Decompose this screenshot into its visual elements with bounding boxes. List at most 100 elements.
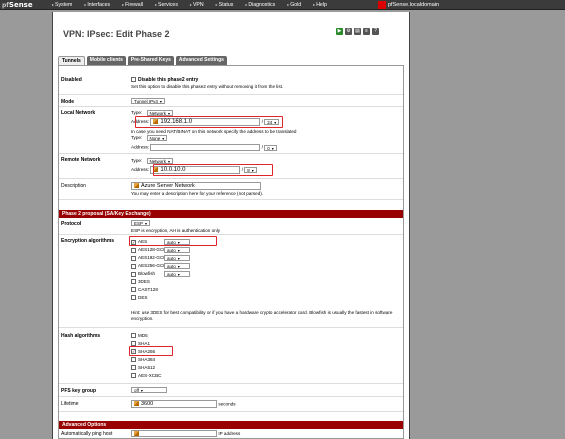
chevron-down-icon: ▸ xyxy=(122,2,125,7)
protocol-help: ESP is encryption, AH is authentication … xyxy=(131,228,221,233)
local-nat-help: In case you need NAT/BINAT on this netwo… xyxy=(131,129,297,134)
enc-item-blowfish: Blowfish auto xyxy=(131,271,190,277)
enc-item-cast128: CAST128 xyxy=(131,287,158,293)
hash-item-sha512: SHA512 xyxy=(131,365,155,371)
pencil-icon xyxy=(134,183,139,189)
chevron-down-icon: ▸ xyxy=(155,2,158,7)
hash-label: Hash algorithms xyxy=(61,333,101,339)
row-encryption: Encryption algorithms ✓AESauto AES128-GC… xyxy=(59,236,403,328)
hash-checkbox-aesxcbc[interactable] xyxy=(131,373,136,379)
page-title: VPN: IPsec: Edit Phase 2 xyxy=(63,29,170,39)
ping-host-unit: IP address xyxy=(218,430,241,436)
hash-item-sha384: SHA384 xyxy=(131,357,155,363)
phase2-section-header: Phase 2 proposal (SA/Key Exchange) xyxy=(59,210,403,218)
description-label: Description xyxy=(61,183,87,189)
hash-checkbox-sha384[interactable] xyxy=(131,357,136,363)
row-ping-host: Automatically ping host IP address xyxy=(59,430,403,439)
status-icon xyxy=(378,1,386,9)
chevron-down-icon: ▸ xyxy=(52,2,55,7)
hash-checkbox-sha512[interactable] xyxy=(131,365,136,371)
chevron-down-icon: ▸ xyxy=(313,2,316,7)
main-menu: ▸System ▸Interfaces ▸Firewall ▸Services … xyxy=(52,1,339,9)
menu-services[interactable]: ▸Services xyxy=(155,1,178,9)
menu-gold[interactable]: ▸Gold xyxy=(287,1,301,9)
highlight-sha256 xyxy=(129,346,173,356)
menu-status[interactable]: ▸Status xyxy=(216,1,234,9)
enc-checkbox-des[interactable] xyxy=(131,295,136,301)
remote-network-label: Remote Network xyxy=(61,157,101,163)
toolbar-icons: ▶ ⚙ ▤ ≡ ? xyxy=(336,28,381,35)
row-description: Description Azure Server Network You may… xyxy=(59,180,403,200)
enc-item-aes192gcm: AES192-GCMauto xyxy=(131,255,190,261)
protocol-select[interactable]: ESP xyxy=(131,220,151,226)
enc-checkbox-aes192gcm[interactable] xyxy=(131,255,136,261)
menu-help[interactable]: ▸Help xyxy=(313,1,327,9)
main-panel: VPN: IPsec: Edit Phase 2 ▶ ⚙ ▤ ≡ ? Tunne… xyxy=(52,12,410,439)
enc-checkbox-3des[interactable] xyxy=(131,279,136,285)
menu-interfaces[interactable]: ▸Interfaces xyxy=(84,1,110,9)
hash-item-md5: MD5 xyxy=(131,333,148,339)
ping-host-input[interactable] xyxy=(131,430,217,437)
disabled-help: Set this option to disable this phase2 e… xyxy=(131,84,284,89)
enc-checkbox-aes256gcm[interactable] xyxy=(131,263,136,269)
pfs-label: PFS key group xyxy=(61,388,97,394)
highlight-remote-address xyxy=(153,164,273,176)
enc-keylen-aes128gcm[interactable]: auto xyxy=(164,247,190,253)
description-help: You may enter a description here for you… xyxy=(131,191,264,196)
chevron-down-icon: ▸ xyxy=(215,2,218,7)
top-menu-bar: pfSense ▸System ▸Interfaces ▸Firewall ▸S… xyxy=(0,0,565,10)
pencil-icon xyxy=(134,431,139,437)
mode-label: Mode xyxy=(61,99,75,105)
disabled-checkbox-label: Disable this phase2 entry xyxy=(138,77,199,83)
row-local-network: Local Network Type: Network Address: 192… xyxy=(59,108,403,154)
window-frame: pfSense ▸System ▸Interfaces ▸Firewall ▸S… xyxy=(0,0,565,439)
advanced-section-header: Advanced Options xyxy=(59,421,403,429)
menu-system[interactable]: ▸System xyxy=(52,1,72,9)
row-remote-network: Remote Network Type: Network Address: 10… xyxy=(59,155,403,179)
menu-vpn[interactable]: ▸VPN xyxy=(190,1,204,9)
chart-icon[interactable]: ▤ xyxy=(354,28,361,35)
enc-checkbox-cast128[interactable] xyxy=(131,287,136,293)
enc-item-3des: 3DES xyxy=(131,279,150,285)
encryption-hint: Hint: use 3DES for best compatibility or… xyxy=(131,310,393,321)
lifetime-input[interactable]: 3600 xyxy=(131,400,217,408)
enc-item-des: DES xyxy=(131,295,147,301)
hash-item-aesxcbc: AES-XCBC xyxy=(131,373,162,379)
row-protocol: Protocol ESP ESP is encryption, AH is au… xyxy=(59,219,403,235)
row-disabled: Disabled Disable this phase2 entry Set t… xyxy=(59,75,403,95)
local-nat-type-select[interactable]: None xyxy=(146,135,168,141)
row-hash: Hash algorithms MD5 SHA1 ✓ SHA256 SHA384 … xyxy=(59,329,403,384)
disabled-checkbox[interactable] xyxy=(131,77,136,83)
description-input[interactable]: Azure Server Network xyxy=(131,182,261,190)
local-nat-address-input[interactable] xyxy=(150,144,261,151)
form-content: Disabled Disable this phase2 entry Set t… xyxy=(58,65,404,439)
enc-checkbox-aes128gcm[interactable] xyxy=(131,247,136,253)
hash-checkbox-md5[interactable] xyxy=(131,333,136,339)
encryption-label: Encryption algorithms xyxy=(61,238,115,244)
highlight-local-address xyxy=(135,116,283,128)
log-icon[interactable]: ≡ xyxy=(363,28,370,35)
pfsense-logo[interactable]: pfSense xyxy=(2,1,33,9)
enc-item-aes128gcm: AES128-GCMauto xyxy=(131,247,190,253)
ping-host-label: Automatically ping host xyxy=(61,431,113,437)
row-pfs: PFS key group off xyxy=(59,385,403,397)
enc-keylen-blowfish[interactable]: auto xyxy=(164,271,190,277)
row-mode: Mode Tunnel IPv4 xyxy=(59,96,403,107)
highlight-aes xyxy=(129,236,217,246)
local-nat-mask-select[interactable]: 0 xyxy=(264,144,277,151)
hostname-box: pfSense.localdomain xyxy=(378,1,439,9)
enc-keylen-aes192gcm[interactable]: auto xyxy=(164,255,190,261)
menu-diagnostics[interactable]: ▸Diagnostics xyxy=(245,1,275,9)
menu-firewall[interactable]: ▸Firewall xyxy=(122,1,143,9)
mode-select[interactable]: Tunnel IPv4 xyxy=(131,98,165,104)
settings-icon[interactable]: ⚙ xyxy=(345,28,352,35)
enc-checkbox-blowfish[interactable] xyxy=(131,271,136,277)
enc-keylen-aes256gcm[interactable]: auto xyxy=(164,263,190,269)
local-network-label: Local Network xyxy=(61,110,96,116)
lifetime-label: Lifetime xyxy=(61,401,79,407)
pfs-select[interactable]: off xyxy=(131,387,167,393)
play-icon[interactable]: ▶ xyxy=(336,28,343,35)
help-icon[interactable]: ? xyxy=(372,28,379,35)
chevron-down-icon: ▸ xyxy=(189,2,192,7)
protocol-label: Protocol xyxy=(61,221,82,227)
